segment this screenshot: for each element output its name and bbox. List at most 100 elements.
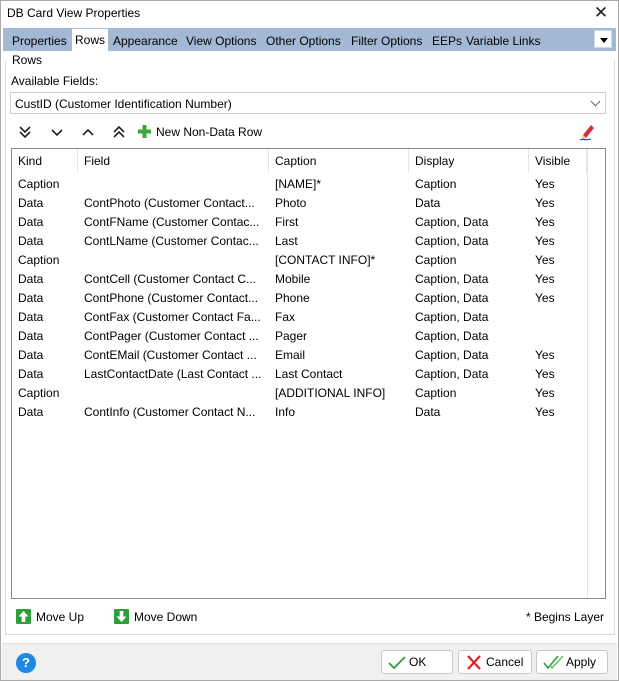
cell-kind: Caption bbox=[18, 253, 60, 267]
move-to-bottom-button[interactable] bbox=[15, 122, 35, 142]
cell-visible: Yes bbox=[535, 272, 555, 286]
table-row[interactable]: Data LastContactDate (Last Contact ... Las… bbox=[12, 365, 587, 384]
tab-properties[interactable]: Properties bbox=[9, 31, 70, 51]
cell-field: ContPhone (Customer Contact... bbox=[84, 291, 259, 305]
rows-group-title: Rows bbox=[12, 53, 43, 67]
begins-layer-note: * Begins Layer bbox=[525, 610, 604, 624]
cell-display: Caption, Data bbox=[415, 272, 489, 286]
table-row[interactable]: Data ContCell (Customer Contact C... Mobil… bbox=[12, 270, 587, 289]
cell-field bbox=[78, 251, 269, 270]
cell-visible: Yes bbox=[535, 215, 555, 229]
cell-caption: [ADDITIONAL INFO] bbox=[275, 386, 386, 400]
cell-field: ContPhoto (Customer Contact... bbox=[84, 196, 255, 210]
chevron-down-icon bbox=[590, 96, 601, 107]
cell-display: Caption, Data bbox=[415, 234, 489, 248]
cell-visible bbox=[529, 327, 587, 346]
cell-kind: Data bbox=[18, 405, 44, 419]
tab-variable-links[interactable]: Variable Links bbox=[463, 31, 543, 51]
cell-caption: Info bbox=[275, 405, 296, 419]
grid-scroll-area bbox=[587, 149, 605, 598]
column-header-kind[interactable]: Kind bbox=[12, 149, 78, 173]
rows-toolbar: New Non-Data Row bbox=[15, 122, 605, 142]
cell-kind: Data bbox=[18, 329, 44, 343]
move-up-label: Move Up bbox=[36, 610, 85, 624]
table-row[interactable]: Data ContPager (Customer Contact ... Pager… bbox=[12, 327, 587, 346]
column-header-field[interactable]: Field bbox=[78, 149, 269, 173]
close-icon[interactable]: ✕ bbox=[592, 4, 610, 22]
cell-field: LastContactDate (Last Contact ... bbox=[84, 367, 262, 381]
ok-button[interactable]: OK bbox=[381, 650, 453, 674]
window-title: DB Card View Properties bbox=[7, 6, 141, 20]
apply-button[interactable]: Apply bbox=[536, 650, 608, 674]
cell-caption: Mobile bbox=[275, 272, 311, 286]
cell-field bbox=[78, 175, 269, 194]
tab-rows[interactable]: Rows bbox=[72, 29, 109, 51]
cell-caption: [CONTACT INFO]* bbox=[275, 253, 376, 267]
x-icon bbox=[467, 655, 481, 670]
table-row[interactable]: Data ContLName (Customer Contac... Last Cap… bbox=[12, 232, 587, 251]
cell-display: Data bbox=[415, 405, 441, 419]
checkmark-icon bbox=[388, 656, 406, 670]
cell-caption: Phone bbox=[275, 291, 310, 305]
cell-visible: Yes bbox=[535, 253, 555, 267]
tab-view-options[interactable]: View Options bbox=[183, 31, 259, 51]
grid-header: Kind Field Caption Display Visible bbox=[12, 149, 587, 173]
table-row[interactable]: Data ContPhoto (Customer Contact... Photo D… bbox=[12, 194, 587, 213]
tab-appearance[interactable]: Appearance bbox=[110, 31, 181, 51]
column-header-caption[interactable]: Caption bbox=[269, 149, 409, 173]
cell-display: Caption, Data bbox=[415, 367, 489, 381]
column-header-visible[interactable]: Visible bbox=[529, 149, 587, 173]
help-button[interactable]: ? bbox=[16, 653, 36, 673]
cell-display: Data bbox=[415, 196, 441, 210]
available-fields-label: Available Fields: bbox=[11, 74, 99, 88]
cell-kind: Data bbox=[18, 215, 44, 229]
double-checkmark-icon bbox=[543, 655, 564, 670]
cell-field: ContLName (Customer Contac... bbox=[84, 234, 259, 248]
cell-display: Caption, Data bbox=[415, 329, 489, 343]
column-header-display[interactable]: Display bbox=[409, 149, 529, 173]
cell-visible: Yes bbox=[535, 405, 555, 419]
table-row[interactable]: Caption [NAME]* Caption Yes bbox=[12, 175, 587, 194]
cell-caption: Pager bbox=[275, 329, 308, 343]
table-row[interactable]: Caption [ADDITIONAL INFO] Caption Yes bbox=[12, 384, 587, 403]
cell-field: ContPager (Customer Contact ... bbox=[84, 329, 259, 343]
cell-caption: Fax bbox=[275, 310, 296, 324]
dialog-window: DB Card View Properties ✕ Properties Row… bbox=[0, 0, 619, 681]
move-to-top-button[interactable] bbox=[109, 122, 129, 142]
table-row[interactable]: Data ContInfo (Customer Contact N... Info D… bbox=[12, 403, 587, 422]
cell-caption: Last bbox=[275, 234, 298, 248]
cell-display: Caption, Data bbox=[415, 291, 489, 305]
cell-field: ContFName (Customer Contac... bbox=[84, 215, 260, 229]
move-up-button[interactable] bbox=[78, 122, 98, 142]
plus-icon bbox=[138, 125, 151, 138]
cell-visible: Yes bbox=[535, 367, 555, 381]
tab-eeps[interactable]: EEPs bbox=[429, 31, 465, 51]
double-chevron-up-icon bbox=[113, 125, 125, 138]
cell-kind: Data bbox=[18, 272, 44, 286]
cell-kind: Data bbox=[18, 310, 44, 324]
chevron-up-icon bbox=[82, 128, 94, 136]
cell-kind: Data bbox=[18, 196, 44, 210]
available-fields-value: CustID (Customer Identification Number) bbox=[15, 97, 232, 111]
cell-display: Caption bbox=[415, 177, 457, 191]
edit-button[interactable] bbox=[577, 122, 597, 142]
cell-display: Caption, Data bbox=[415, 215, 489, 229]
table-row[interactable]: Data ContPhone (Customer Contact... Phone C… bbox=[12, 289, 587, 308]
table-row[interactable]: Data ContFName (Customer Contac... First Ca… bbox=[12, 213, 587, 232]
chevron-down-icon bbox=[51, 129, 63, 137]
cancel-button[interactable]: Cancel bbox=[458, 650, 532, 674]
tab-filter-options[interactable]: Filter Options bbox=[348, 31, 425, 51]
move-down-button[interactable] bbox=[47, 122, 67, 142]
tab-other-options[interactable]: Other Options bbox=[263, 31, 344, 51]
table-row[interactable]: Data ContEMail (Customer Contact ... Email… bbox=[12, 346, 587, 365]
table-row[interactable]: Caption [CONTACT INFO]* Caption Yes bbox=[12, 251, 587, 270]
cell-caption: Email bbox=[275, 348, 306, 362]
cell-display: Caption bbox=[415, 253, 457, 267]
available-fields-select[interactable]: CustID (Customer Identification Number) bbox=[10, 92, 606, 114]
table-row[interactable]: Data ContFax (Customer Contact Fa... Fax Ca… bbox=[12, 308, 587, 327]
tab-overflow-dropdown[interactable] bbox=[594, 30, 612, 48]
cell-visible: Yes bbox=[535, 234, 555, 248]
tab-bar: Properties Rows Appearance View Options … bbox=[3, 28, 616, 51]
double-chevron-down-icon bbox=[19, 126, 31, 139]
cell-visible: Yes bbox=[535, 291, 555, 305]
